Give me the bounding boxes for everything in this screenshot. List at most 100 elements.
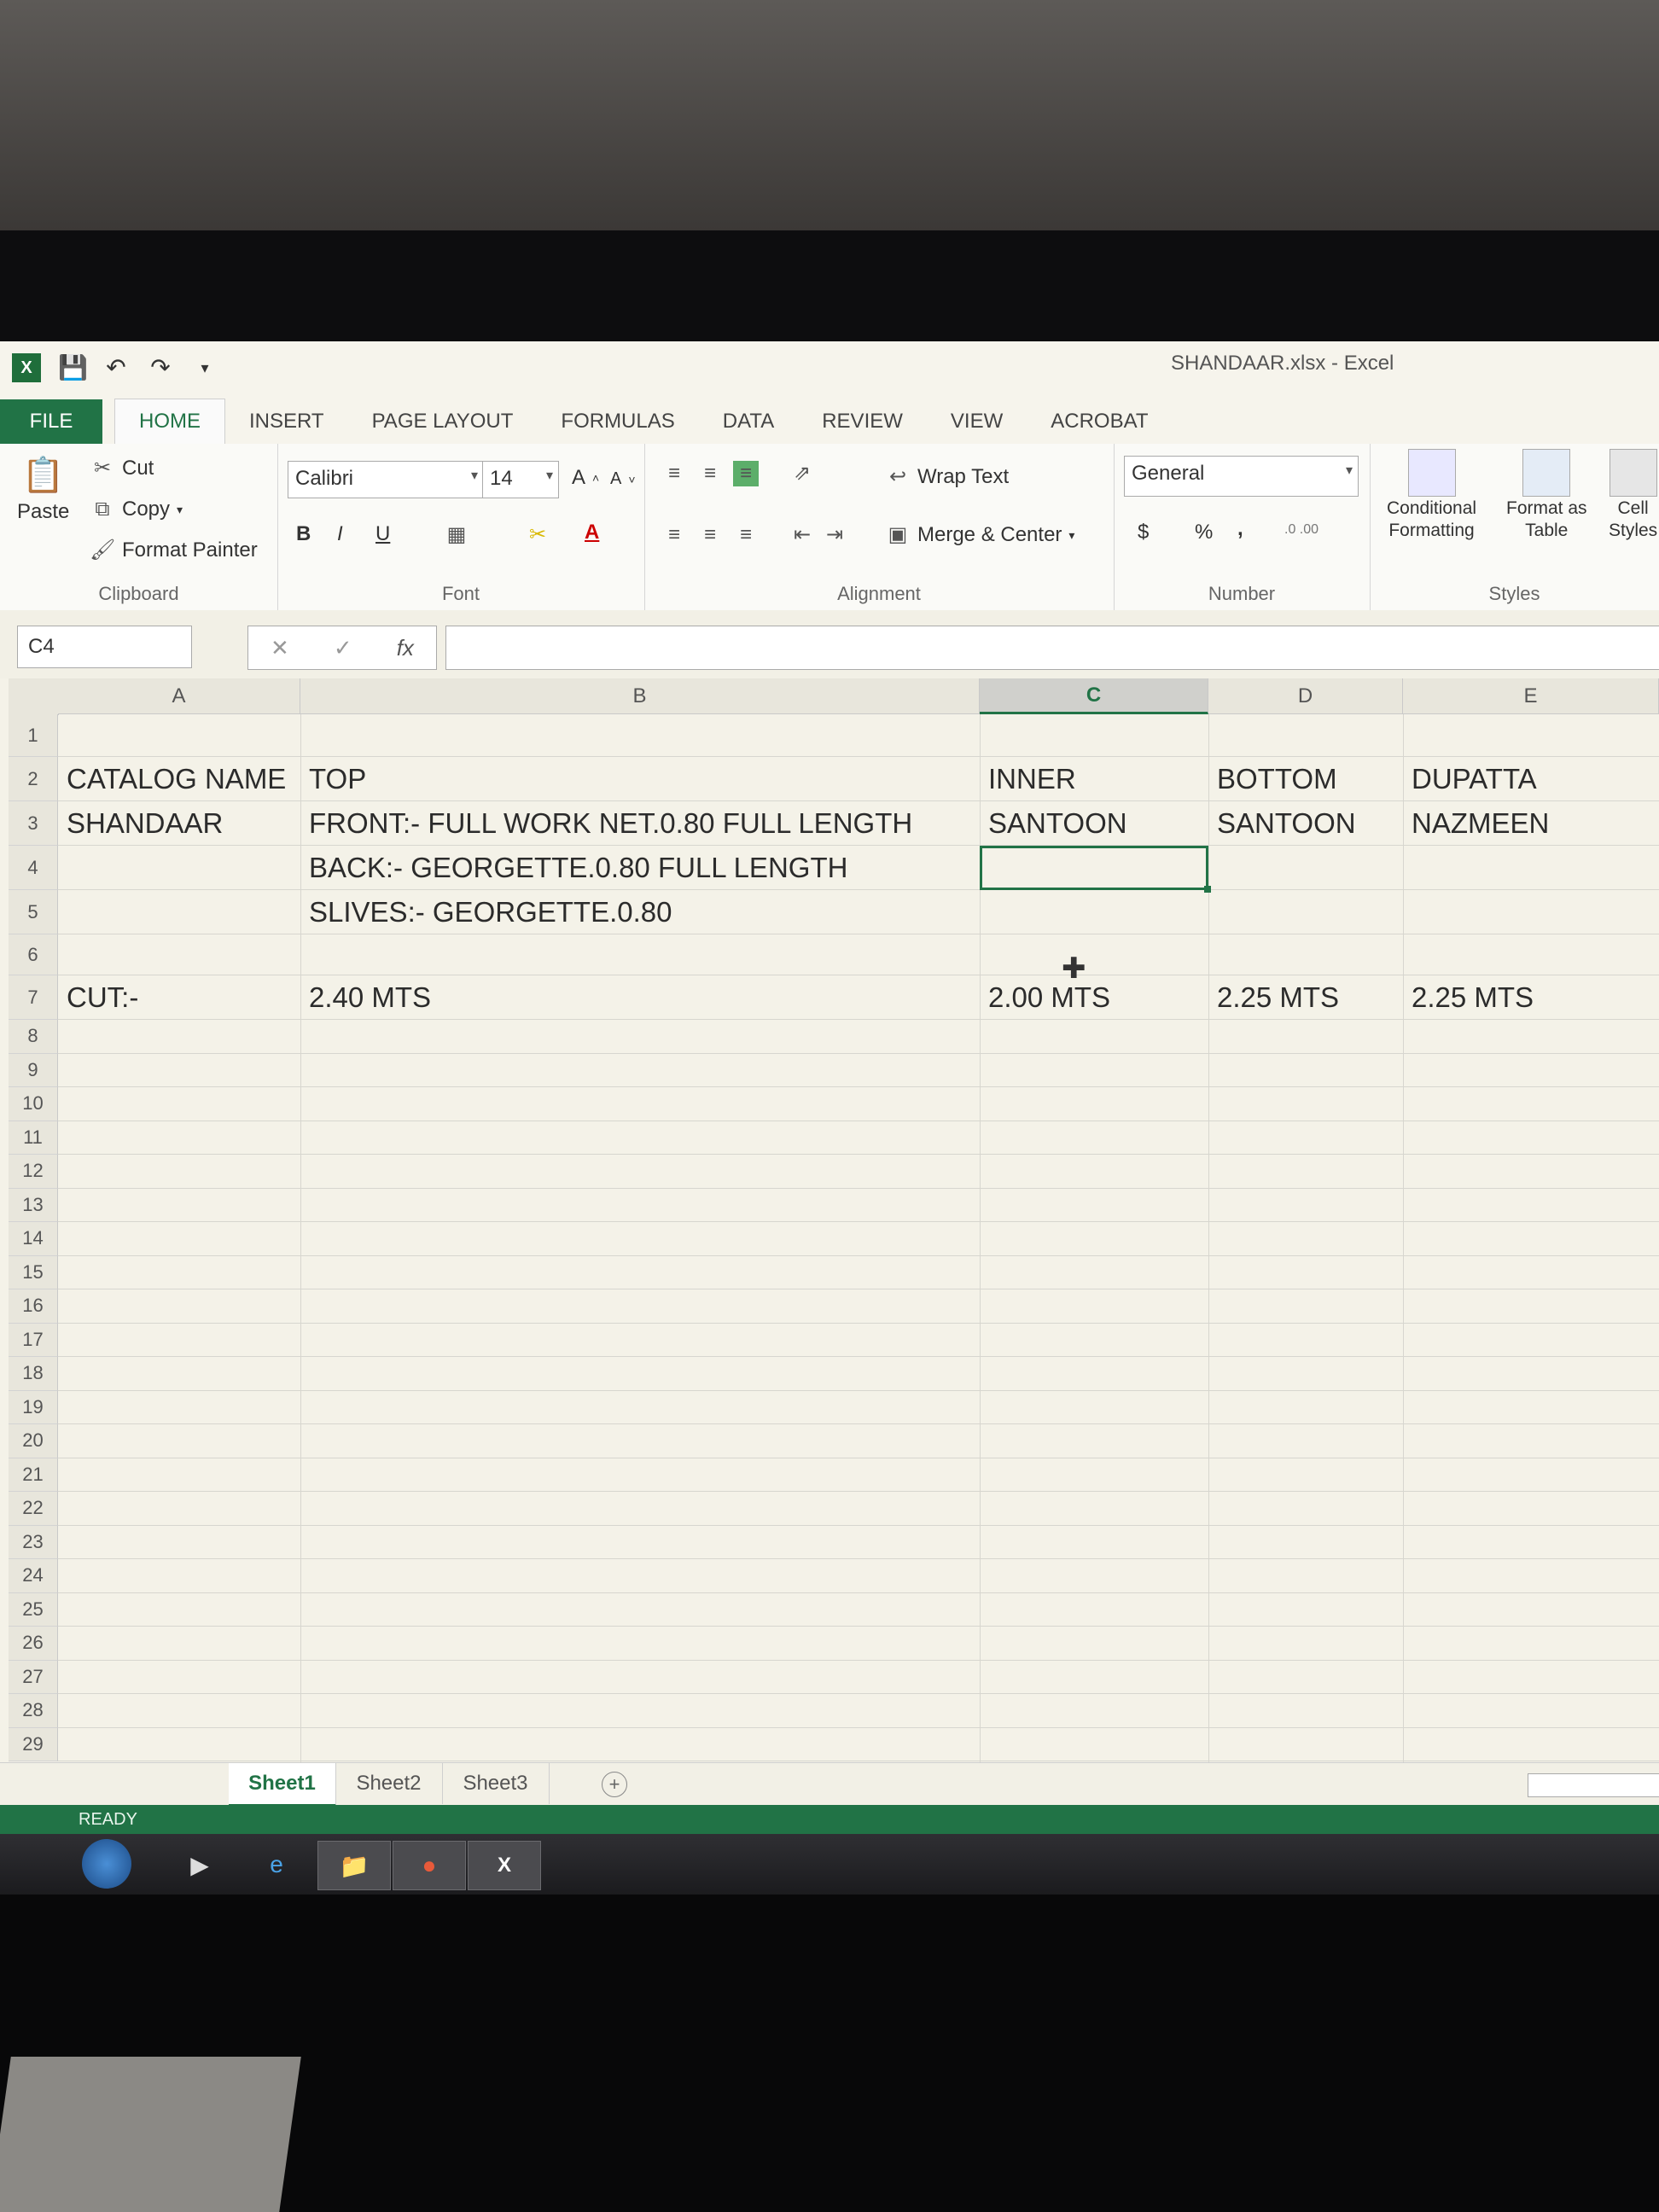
chevron-down-icon[interactable]: ▾ xyxy=(177,503,183,517)
excel-taskbar-icon[interactable]: X xyxy=(468,1841,541,1890)
row-header-13[interactable]: 13 xyxy=(9,1188,58,1222)
row-header-25[interactable]: 25 xyxy=(9,1592,58,1627)
tab-file[interactable]: FILE xyxy=(0,399,102,444)
cell-d7[interactable]: 2.25 MTS xyxy=(1210,975,1339,1020)
orientation-button[interactable]: ⇗ xyxy=(789,461,815,486)
tab-insert[interactable]: INSERT xyxy=(225,399,348,444)
cell-b5[interactable]: SLIVES:- GEORGETTE.0.80 xyxy=(302,890,672,934)
file-explorer-icon[interactable]: 📁 xyxy=(317,1841,391,1890)
start-button[interactable] xyxy=(82,1839,131,1889)
tab-data[interactable]: DATA xyxy=(699,399,798,444)
sheet-tab-sheet1[interactable]: Sheet1 xyxy=(229,1763,336,1807)
cell-a2[interactable]: CATALOG NAME xyxy=(60,757,286,801)
undo-icon[interactable]: ↶ xyxy=(102,354,130,381)
bold-button[interactable]: B xyxy=(296,522,311,546)
font-color-button[interactable]: A xyxy=(585,521,599,544)
cut-button[interactable]: ✂ Cut xyxy=(90,456,154,481)
fill-color-button[interactable]: ✂ xyxy=(525,522,550,548)
indent-buttons[interactable]: ⇤ ⇥ xyxy=(789,522,847,548)
horizontal-scrollbar[interactable] xyxy=(1528,1773,1659,1797)
chrome-icon[interactable]: ● xyxy=(393,1841,466,1890)
cell-b2[interactable]: TOP xyxy=(302,757,366,801)
row-header-9[interactable]: 9 xyxy=(9,1053,58,1087)
font-name-select[interactable]: Calibri ▾ xyxy=(288,461,484,498)
decimal-buttons[interactable]: .0 .00 xyxy=(1284,522,1318,538)
add-sheet-icon[interactable]: + xyxy=(602,1772,627,1797)
row-header-24[interactable]: 24 xyxy=(9,1559,58,1593)
currency-button[interactable]: $ xyxy=(1138,521,1149,544)
merge-center-button[interactable]: ▣ Merge & Center ▾ xyxy=(885,522,1075,548)
select-all-corner[interactable] xyxy=(9,678,59,715)
sheet-tab-sheet3[interactable]: Sheet3 xyxy=(442,1763,550,1804)
worksheet-grid[interactable]: A B C D E 1 2 3 4 5 6 7 8 9 10 11 12 13 14 15 16 17 18 19 20 21 22… xyxy=(0,678,1659,1762)
cell-c2[interactable]: INNER xyxy=(981,757,1076,801)
comma-button[interactable]: , xyxy=(1237,517,1243,541)
percent-button[interactable]: % xyxy=(1195,521,1213,544)
enter-icon[interactable]: ✓ xyxy=(334,635,352,661)
row-header-23[interactable]: 23 xyxy=(9,1525,58,1559)
cell-a3[interactable]: SHANDAAR xyxy=(60,801,223,846)
row-header-5[interactable]: 5 xyxy=(9,890,58,934)
paste-button[interactable]: 📋 Paste xyxy=(17,454,69,524)
fill-handle[interactable] xyxy=(1204,886,1211,893)
media-player-icon[interactable]: ▶ xyxy=(164,1841,236,1889)
row-header-7[interactable]: 7 xyxy=(9,975,58,1020)
formula-input[interactable] xyxy=(445,626,1659,670)
cell-c3[interactable]: SANTOON xyxy=(981,801,1127,846)
customize-qat-icon[interactable]: ▾ xyxy=(191,354,218,381)
row-header-20[interactable]: 20 xyxy=(9,1424,58,1458)
row-header-8[interactable]: 8 xyxy=(9,1020,58,1054)
column-header-e[interactable]: E xyxy=(1403,678,1659,714)
cell-b3[interactable]: FRONT:- FULL WORK NET.0.80 FULL LENGTH xyxy=(302,801,912,846)
cell-b7[interactable]: 2.40 MTS xyxy=(302,975,431,1020)
copy-button[interactable]: ⧉ Copy ▾ xyxy=(90,497,183,522)
row-header-21[interactable]: 21 xyxy=(9,1458,58,1492)
cell-styles-button[interactable]: Cell Styles xyxy=(1609,449,1657,541)
font-size-select[interactable]: 14 ▾ xyxy=(482,461,559,498)
cell-d2[interactable]: BOTTOM xyxy=(1210,757,1337,801)
row-header-28[interactable]: 28 xyxy=(9,1694,58,1728)
italic-button[interactable]: I xyxy=(337,522,343,546)
wrap-text-button[interactable]: ↩ Wrap Text xyxy=(885,464,1009,490)
cell-a7[interactable]: CUT:- xyxy=(60,975,138,1020)
tab-home[interactable]: HOME xyxy=(114,399,225,444)
align-left-button[interactable]: ≡ xyxy=(661,522,687,548)
row-header-2[interactable]: 2 xyxy=(9,757,58,801)
name-box[interactable]: C4 xyxy=(17,626,192,668)
cell-e2[interactable]: DUPATTA xyxy=(1405,757,1537,801)
tab-page-layout[interactable]: PAGE LAYOUT xyxy=(348,399,538,444)
internet-explorer-icon[interactable]: e xyxy=(241,1841,312,1889)
cell-b4[interactable]: BACK:- GEORGETTE.0.80 FULL LENGTH xyxy=(302,846,847,890)
tab-review[interactable]: REVIEW xyxy=(798,399,927,444)
row-header-29[interactable]: 29 xyxy=(9,1727,58,1761)
cell-e7[interactable]: 2.25 MTS xyxy=(1405,975,1534,1020)
row-header-19[interactable]: 19 xyxy=(9,1390,58,1424)
grow-font-button[interactable]: A ˄ xyxy=(572,466,599,490)
column-header-c[interactable]: C xyxy=(980,678,1208,714)
format-painter-button[interactable]: 🖌 Format Painter xyxy=(90,538,258,563)
active-cell-selection[interactable] xyxy=(980,846,1208,890)
borders-button[interactable]: ▦ xyxy=(444,522,469,548)
tab-formulas[interactable]: FORMULAS xyxy=(537,399,698,444)
tab-acrobat[interactable]: ACROBAT xyxy=(1027,399,1172,444)
align-center-button[interactable]: ≡ xyxy=(697,522,723,548)
number-format-select[interactable]: General ▾ xyxy=(1124,456,1359,497)
row-header-15[interactable]: 15 xyxy=(9,1255,58,1289)
row-header-16[interactable]: 16 xyxy=(9,1289,58,1324)
shrink-font-button[interactable]: A ˅ xyxy=(610,469,636,489)
row-header-17[interactable]: 17 xyxy=(9,1323,58,1357)
row-header-12[interactable]: 12 xyxy=(9,1155,58,1189)
sheet-tab-sheet2[interactable]: Sheet2 xyxy=(335,1763,443,1804)
insert-function-button[interactable]: fx xyxy=(397,635,414,661)
row-header-18[interactable]: 18 xyxy=(9,1357,58,1391)
row-header-3[interactable]: 3 xyxy=(9,801,58,846)
cell-c7[interactable]: 2.00 MTS xyxy=(981,975,1110,1020)
row-header-22[interactable]: 22 xyxy=(9,1492,58,1526)
tab-view[interactable]: VIEW xyxy=(927,399,1027,444)
row-header-14[interactable]: 14 xyxy=(9,1222,58,1256)
row-header-6[interactable]: 6 xyxy=(9,934,58,975)
redo-icon[interactable]: ↷ xyxy=(147,354,174,381)
top-align-button[interactable]: ≡ xyxy=(661,461,687,486)
cell-e3[interactable]: NAZMEEN xyxy=(1405,801,1549,846)
cell-d3[interactable]: SANTOON xyxy=(1210,801,1356,846)
